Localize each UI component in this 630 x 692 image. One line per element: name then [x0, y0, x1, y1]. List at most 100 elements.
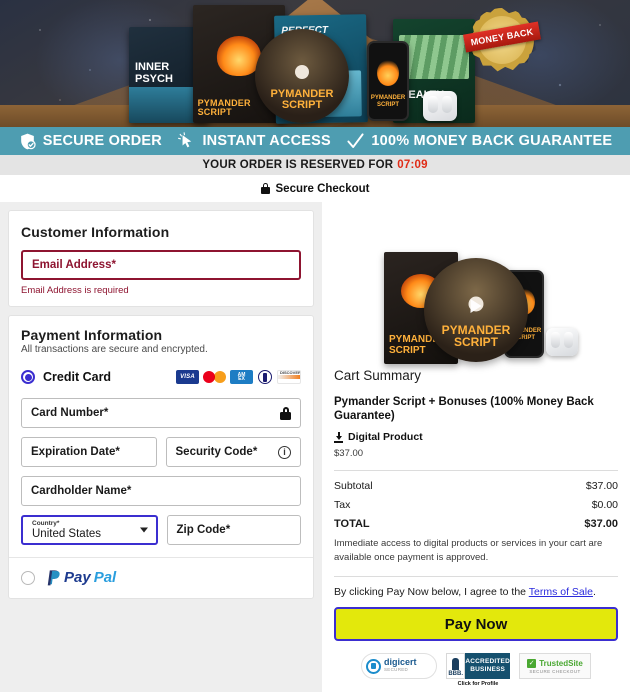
paypal-icon: Pay Pal [44, 568, 116, 587]
checkout-page: INNER PSYCH PYMANDER SCRIPT PERFECT FUTU… [0, 0, 630, 692]
paypal-radio[interactable] [21, 570, 35, 585]
country-zip-row: Country* United States Zip Code* [21, 515, 301, 545]
trust-item-secure-order: SECURE ORDER [18, 132, 162, 151]
trustedsite-name: TrustedSite [539, 659, 583, 668]
trust-item-money-back-label: 100% MONEY BACK GUARANTEE [371, 133, 613, 149]
tax-label: Tax [334, 499, 351, 511]
terms-agreement: By clicking Pay Now below, I agree to th… [334, 586, 618, 598]
trust-item-instant-access-label: INSTANT ACCESS [202, 133, 331, 149]
discover-icon: DISCOVER [277, 370, 301, 384]
trust-item-money-back: 100% MONEY BACK GUARANTEE [346, 132, 612, 151]
trust-badges: digicert SECURED BBB. ACCREDITED BUSINES… [334, 653, 618, 687]
credit-card-fields: Card Number* Expiration Date* Security C… [9, 390, 313, 557]
expiration-date-label: Expiration Date* [31, 446, 120, 458]
country-select[interactable]: Country* United States [21, 515, 158, 545]
check-icon: ✓ [527, 658, 537, 668]
terms-suffix: . [592, 586, 596, 598]
trust-item-instant-access: INSTANT ACCESS [177, 131, 331, 151]
checkout-form-column: Customer Information Email Address* Emai… [0, 202, 322, 599]
hero-phone-label: PYMANDER SCRIPT [370, 95, 406, 108]
paypal-label-pay: Pay [64, 569, 91, 586]
payment-information-header: Payment Information All transactions are… [9, 316, 313, 364]
credit-card-option-row[interactable]: Credit Card VISA AM EX DISCOVER [9, 364, 313, 390]
bbb-line1: ACCREDITED [465, 658, 510, 665]
tax-row: Tax $0.00 [334, 499, 618, 511]
bbb-abbr: BBB. [448, 671, 464, 677]
download-icon [334, 431, 343, 443]
digital-product-row: Digital Product [334, 431, 618, 443]
shield-check-icon [18, 132, 37, 151]
pay-now-button[interactable]: Pay Now [334, 607, 618, 641]
paypal-p-glyph [47, 570, 60, 586]
divider [334, 470, 618, 471]
earbuds-mockup [423, 91, 457, 121]
expiration-date-field[interactable]: Expiration Date* [21, 437, 157, 467]
lock-icon [260, 183, 270, 194]
trust-item-secure-order-label: SECURE ORDER [42, 133, 162, 149]
payment-information-title: Payment Information [21, 327, 163, 343]
cart-summary-column: PYMANDER SCRIPT PYMANDER SCRIPT PYMANDER… [322, 202, 630, 692]
security-code-field[interactable]: Security Code* i [165, 437, 301, 467]
product-disc-label: PYMANDER SCRIPT [441, 323, 511, 349]
hero-phone-mockup: PYMANDER SCRIPT [367, 41, 409, 121]
divider [334, 576, 618, 577]
order-reservation-timer: YOUR ORDER IS RESERVED FOR 07:09 [0, 155, 630, 175]
timer-countdown-value: 07:09 [397, 159, 428, 171]
product-bundle-thumbnail: PYMANDER SCRIPT PYMANDER SCRIPT PYMANDER… [376, 244, 578, 364]
trustedsite-badge[interactable]: ✓ TrustedSite SECURE CHECKOUT [519, 653, 591, 679]
accepted-card-brands: VISA AM EX DISCOVER [176, 370, 301, 384]
cardholder-row: Cardholder Name* [21, 476, 301, 506]
hero-disc-mockup: PYMANDER SCRIPT [255, 29, 349, 123]
customer-information-card: Customer Information Email Address* Emai… [8, 210, 314, 307]
play-icon [470, 299, 482, 314]
total-label: TOTAL [334, 518, 370, 530]
cursor-click-icon [177, 131, 196, 151]
product-image: PYMANDER SCRIPT PYMANDER SCRIPT PYMANDER… [334, 212, 618, 364]
amex-icon: AM EX [230, 370, 253, 384]
tax-value: $0.00 [591, 499, 618, 511]
cart-product-price: $37.00 [334, 448, 364, 459]
info-icon[interactable]: i [278, 445, 291, 459]
card-number-field[interactable]: Card Number* [21, 398, 301, 428]
bbb-badge[interactable]: BBB. ACCREDITED BUSINESS Click for Profi… [446, 653, 510, 687]
credit-card-radio-group[interactable]: Credit Card [21, 370, 111, 384]
cart-product-name: Pymander Script + Bonuses (100% Money Ba… [334, 396, 594, 422]
digicert-lock-icon [366, 658, 381, 674]
chevron-down-icon[interactable] [139, 527, 148, 533]
cardholder-name-field[interactable]: Cardholder Name* [21, 476, 301, 506]
customer-information-title: Customer Information [21, 224, 170, 240]
secure-checkout-row: Secure Checkout [0, 175, 630, 202]
digicert-badge[interactable]: digicert SECURED [361, 653, 437, 679]
trustedsite-sub: SECURE CHECKOUT [529, 668, 581, 674]
terms-of-sale-link[interactable]: Terms of Sale [529, 586, 593, 598]
bbb-caption[interactable]: Click for Profile [458, 681, 499, 687]
flame-graphic [377, 59, 399, 86]
expiry-security-row: Expiration Date* Security Code* i [21, 437, 301, 467]
money-back-badge: MONEY BACK [463, 8, 541, 72]
security-code-label: Security Code* [175, 446, 258, 458]
checkmark-icon [346, 132, 365, 151]
total-row: TOTAL $37.00 [334, 518, 618, 530]
email-field-label: Email Address* [32, 259, 116, 271]
digital-product-label: Digital Product [348, 431, 423, 443]
paypal-option-row[interactable]: Pay Pal [9, 557, 313, 598]
lock-icon [280, 406, 291, 420]
diners-club-icon [257, 370, 273, 384]
zip-code-field[interactable]: Zip Code* [166, 515, 301, 545]
credit-card-radio[interactable] [21, 370, 35, 384]
checkout-main: Customer Information Email Address* Emai… [0, 202, 630, 692]
country-value: United States [32, 527, 102, 540]
trustedsite-name-a: Trusted [539, 658, 569, 668]
product-earbuds [546, 328, 578, 356]
book-wealth-art [399, 35, 469, 79]
country-label: Country* [32, 519, 60, 527]
trust-strip: SECURE ORDER INSTANT ACCESS 100% MONEY B… [0, 127, 630, 155]
email-error-message: Email Address is required [21, 285, 129, 296]
digicert-sub: SECURED [384, 667, 409, 672]
zip-code-label: Zip Code* [176, 524, 231, 536]
credit-card-label: Credit Card [43, 370, 112, 384]
payment-information-card: Payment Information All transactions are… [8, 315, 314, 599]
total-value: $37.00 [584, 518, 618, 530]
bbb-torch-icon: BBB. [446, 653, 466, 679]
email-field[interactable]: Email Address* [21, 250, 301, 280]
